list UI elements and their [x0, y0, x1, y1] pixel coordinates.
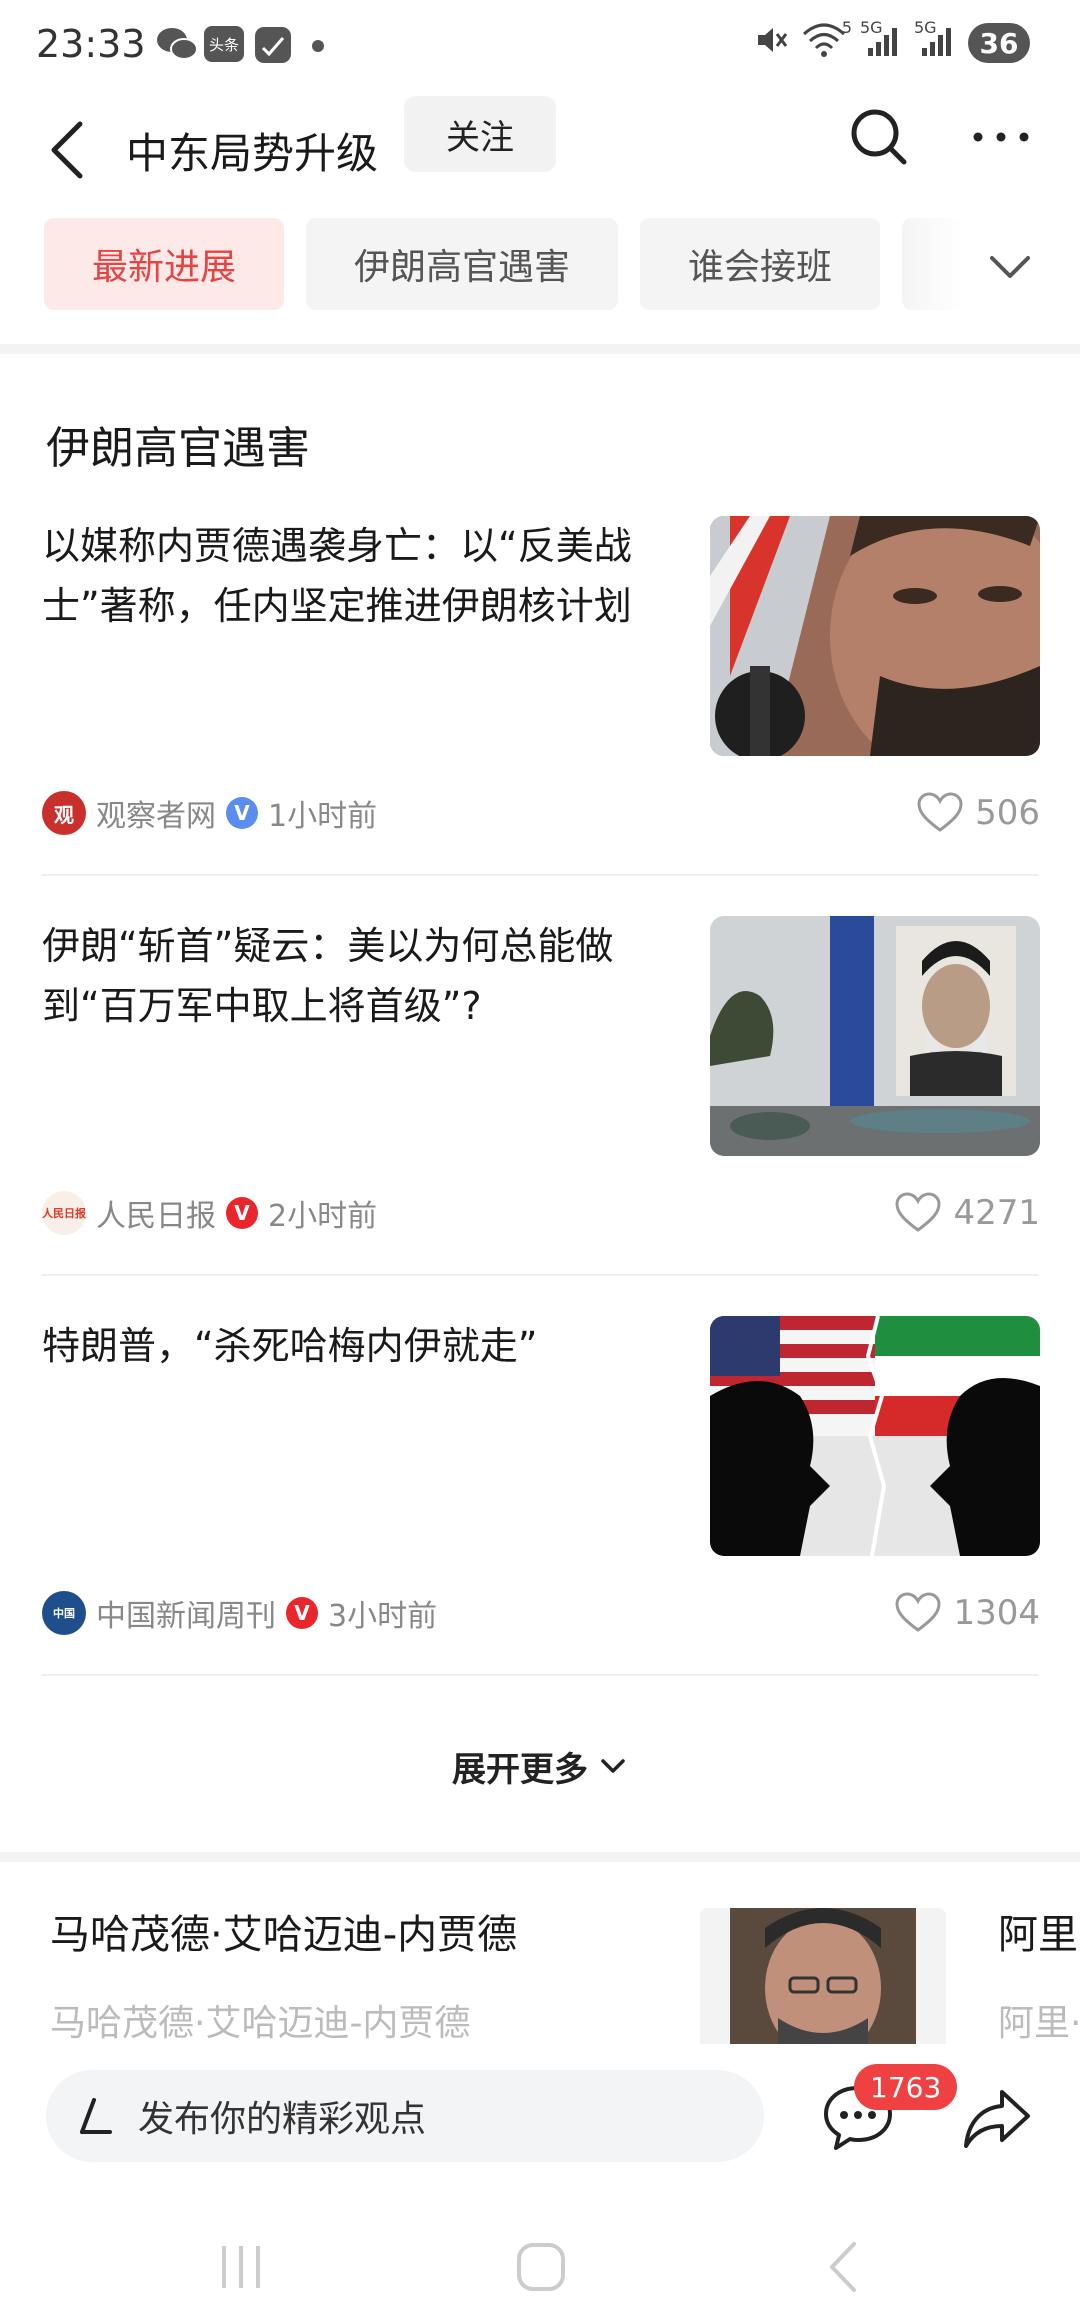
like-button[interactable]: 506: [917, 788, 1040, 838]
chevron-left-icon: [51, 121, 83, 179]
home-button[interactable]: [506, 2232, 576, 2302]
expand-more-button[interactable]: 展开更多: [0, 1736, 1080, 1796]
tab-latest[interactable]: 最新进展: [44, 218, 284, 310]
verified-icon: V: [226, 1197, 258, 1229]
back-button[interactable]: [44, 108, 92, 192]
signal-icon: 5G: [860, 18, 900, 64]
comment-bar: 发布你的精彩观点 1763: [0, 2044, 1080, 2244]
article-thumbnail: [710, 916, 1040, 1156]
recent-apps-button[interactable]: [206, 2232, 276, 2302]
source-logo-text: 中国: [53, 1607, 75, 1620]
source-logo: 观: [42, 791, 86, 835]
more-button[interactable]: [966, 102, 1036, 172]
source-name[interactable]: 人民日报: [96, 1191, 216, 1235]
verified-icon: V: [286, 1597, 318, 1629]
signal-label-2: 5G: [914, 18, 937, 37]
row-divider: [42, 874, 1038, 876]
source-logo-text: 观: [54, 802, 74, 827]
publish-time: 3小时前: [328, 1599, 438, 1634]
tabs-expand-button[interactable]: [980, 236, 1040, 296]
like-button[interactable]: 4271: [895, 1188, 1040, 1238]
tab-successor[interactable]: 谁会接班: [640, 218, 880, 310]
comment-placeholder: 发布你的精彩观点: [138, 2099, 427, 2140]
sign-icon: [254, 26, 292, 68]
article-meta: 观 观察者网 V 1小时前: [42, 788, 377, 838]
section-divider: [0, 344, 1080, 354]
person-name: 马哈茂德·艾哈迈迪-内贾德: [50, 1912, 518, 1958]
article-thumbnail: [710, 516, 1040, 756]
system-nav-bar: [0, 2222, 1080, 2316]
article-item[interactable]: 以媒称内贾德遇袭身亡：以“反美战士”著称，任内坚定推进伊朗核计划 观 观察者网 …: [42, 516, 1040, 916]
expand-more-label: 展开更多: [452, 1749, 588, 1790]
article-meta: 人民日报 人民日报 V 2小时前: [42, 1188, 377, 1238]
like-count: 506: [975, 793, 1040, 833]
person-subtitle: 马哈茂德·艾哈迈迪-内贾德: [50, 2003, 471, 2044]
signal-icon-2: 5G: [914, 18, 954, 64]
person-name: 阿里: [998, 1912, 1078, 1958]
comment-input[interactable]: 发布你的精彩观点: [46, 2070, 764, 2162]
article-item[interactable]: 伊朗“斩首”疑云：美以为何总能做到“百万军中取上将首级”? 人民日报 人民日报 …: [42, 916, 1040, 1316]
like-button[interactable]: 1304: [895, 1588, 1040, 1638]
verified-icon: V: [226, 797, 258, 829]
more-icon: [973, 132, 1029, 142]
status-bar: 23:33 头条 5 5G 5G 36: [0, 0, 1080, 90]
article-item[interactable]: 特朗普，“杀死哈梅内伊就走” 中国 中国新闻周刊 V 3小时前 1304: [42, 1316, 1040, 1716]
back-arrow-icon: [830, 2242, 856, 2292]
mute-icon: [752, 22, 788, 64]
person-subtitle: 阿里·: [998, 2003, 1080, 2044]
signal-label: 5G: [860, 18, 883, 37]
chevron-down-icon: [990, 256, 1030, 278]
share-button[interactable]: [958, 2078, 1038, 2158]
search-icon: [851, 109, 907, 165]
notification-dot: [312, 40, 324, 52]
pen-icon: [80, 2098, 112, 2134]
wifi-icon: 5: [802, 18, 852, 64]
person-card[interactable]: 马哈茂德·艾哈迈迪-内贾德 马哈茂德·艾哈迈迪-内贾德: [50, 1902, 517, 2046]
battery-indicator: 36: [968, 23, 1030, 63]
source-name[interactable]: 中国新闻周刊: [96, 1591, 276, 1635]
row-divider: [42, 1274, 1038, 1276]
source-logo-text: 人民日报: [42, 1207, 86, 1220]
topic-header: 中东局势升级 关注: [0, 96, 1080, 214]
follow-button[interactable]: 关注: [404, 96, 556, 172]
heart-icon: [917, 792, 963, 832]
person-card[interactable]: 阿里 阿里·: [998, 1902, 1080, 2046]
section-divider: [0, 1852, 1080, 1862]
like-count: 4271: [953, 1193, 1040, 1233]
share-icon: [964, 2090, 1030, 2148]
section-title: 伊朗高官遇害: [46, 423, 310, 474]
search-button[interactable]: [844, 102, 914, 172]
person-photo[interactable]: [700, 1908, 946, 2044]
home-icon: [517, 2243, 565, 2291]
article-title: 伊朗“斩首”疑云：美以为何总能做到“百万军中取上将首级”?: [42, 924, 614, 1028]
tab-officials-killed[interactable]: 伊朗高官遇害: [306, 218, 618, 310]
recent-apps-icon: [222, 2246, 260, 2288]
system-back-button[interactable]: [810, 2232, 880, 2302]
source-logo: 人民日报: [42, 1191, 86, 1235]
toutiao-icon: 头条: [204, 26, 244, 62]
article-meta: 中国 中国新闻周刊 V 3小时前: [42, 1588, 437, 1638]
comment-count-badge: 1763: [854, 2064, 958, 2110]
heart-icon: [895, 1192, 941, 1232]
article-title: 特朗普，“杀死哈梅内伊就走”: [42, 1324, 538, 1368]
source-name[interactable]: 观察者网: [96, 791, 216, 835]
row-divider: [42, 1674, 1038, 1676]
heart-icon: [895, 1592, 941, 1632]
topic-tabs: 最新进展 伊朗高官遇害 谁会接班: [0, 218, 1080, 314]
wifi-label: 5: [841, 18, 852, 37]
chevron-down-icon: [601, 1759, 625, 1773]
article-thumbnail: [710, 1316, 1040, 1556]
publish-time: 2小时前: [268, 1199, 378, 1234]
source-logo: 中国: [42, 1591, 86, 1635]
status-time: 23:33: [36, 22, 146, 66]
wechat-icon: [156, 24, 198, 68]
like-count: 1304: [953, 1593, 1040, 1633]
publish-time: 1小时前: [268, 799, 378, 834]
page-title: 中东局势升级: [126, 129, 379, 178]
article-title: 以媒称内贾德遇袭身亡：以“反美战士”著称，任内坚定推进伊朗核计划: [42, 524, 632, 628]
